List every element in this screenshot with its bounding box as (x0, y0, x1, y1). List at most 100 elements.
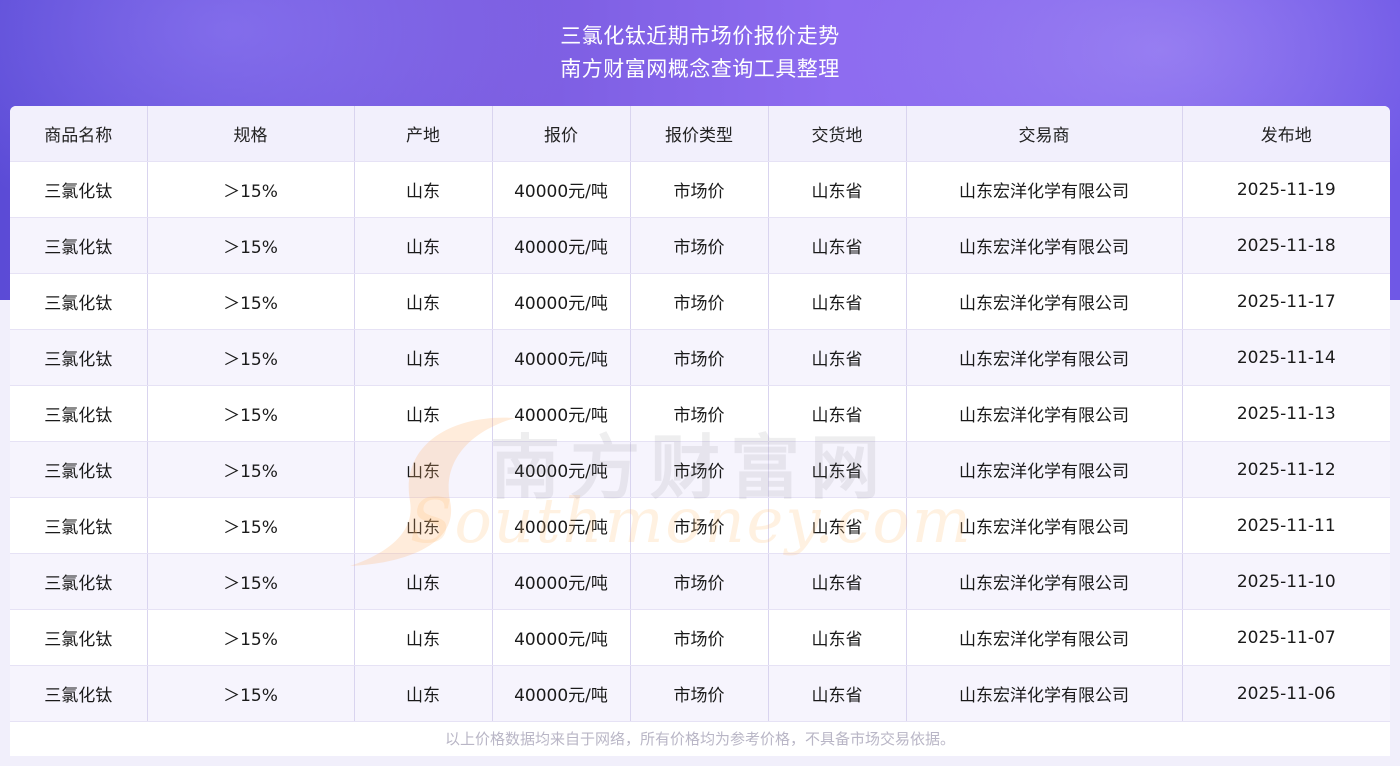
cell-price-type: 市场价 (630, 273, 769, 330)
cell-publish-date: 2025-11-17 (1182, 273, 1390, 330)
cell-origin: 山东 (354, 161, 493, 218)
table-row: 三氯化钛 ＞15% 山东 40000元/吨 市场价 山东省 山东宏洋化学有限公司 2025-1… (10, 497, 1390, 554)
column-header-origin: 产地 (354, 106, 493, 162)
cell-spec: ＞15% (147, 665, 355, 722)
cell-product-name: 三氯化钛 (10, 161, 148, 218)
cell-product-name: 三氯化钛 (10, 217, 148, 274)
cell-price: 40000元/吨 (492, 609, 631, 666)
column-header-publish-date: 发布地 (1182, 106, 1390, 162)
cell-trader: 山东宏洋化学有限公司 (906, 329, 1183, 386)
table-row: 三氯化钛 ＞15% 山东 40000元/吨 市场价 山东省 山东宏洋化学有限公司 2025-1… (10, 273, 1390, 330)
table-row: 三氯化钛 ＞15% 山东 40000元/吨 市场价 山东省 山东宏洋化学有限公司 2025-1… (10, 553, 1390, 610)
cell-publish-date: 2025-11-11 (1182, 497, 1390, 554)
table-header: 商品名称 规格 产地 报价 报价类型 交货地 交易商 发布地 (10, 106, 1390, 162)
cell-trader: 山东宏洋化学有限公司 (906, 161, 1183, 218)
cell-spec: ＞15% (147, 385, 355, 442)
cell-price: 40000元/吨 (492, 161, 631, 218)
cell-price-type: 市场价 (630, 385, 769, 442)
column-header-spec: 规格 (147, 106, 355, 162)
cell-publish-date: 2025-11-14 (1182, 329, 1390, 386)
cell-price: 40000元/吨 (492, 553, 631, 610)
page-title-line-1: 三氯化钛近期市场价报价走势 (560, 24, 840, 48)
cell-product-name: 三氯化钛 (10, 329, 148, 386)
table-row: 三氯化钛 ＞15% 山东 40000元/吨 市场价 山东省 山东宏洋化学有限公司 2025-1… (10, 665, 1390, 722)
table-row: 三氯化钛 ＞15% 山东 40000元/吨 市场价 山东省 山东宏洋化学有限公司 2025-1… (10, 609, 1390, 666)
cell-delivery-place: 山东省 (768, 217, 907, 274)
cell-publish-date: 2025-11-19 (1182, 161, 1390, 218)
cell-price-type: 市场价 (630, 665, 769, 722)
cell-origin: 山东 (354, 385, 493, 442)
cell-price-type: 市场价 (630, 609, 769, 666)
cell-publish-date: 2025-11-18 (1182, 217, 1390, 274)
price-table-card: 商品名称 规格 产地 报价 报价类型 交货地 交易商 发布地 三氯化钛 ＞15% 山… (10, 106, 1390, 756)
cell-delivery-place: 山东省 (768, 553, 907, 610)
cell-trader: 山东宏洋化学有限公司 (906, 385, 1183, 442)
table-row: 三氯化钛 ＞15% 山东 40000元/吨 市场价 山东省 山东宏洋化学有限公司 2025-1… (10, 217, 1390, 274)
table-header-row: 商品名称 规格 产地 报价 报价类型 交货地 交易商 发布地 (10, 106, 1390, 162)
cell-price-type: 市场价 (630, 441, 769, 498)
cell-publish-date: 2025-11-12 (1182, 441, 1390, 498)
cell-spec: ＞15% (147, 273, 355, 330)
cell-product-name: 三氯化钛 (10, 553, 148, 610)
column-header-delivery-place: 交货地 (768, 106, 907, 162)
cell-price: 40000元/吨 (492, 329, 631, 386)
cell-price-type: 市场价 (630, 161, 769, 218)
cell-publish-date: 2025-11-13 (1182, 385, 1390, 442)
column-header-product-name: 商品名称 (10, 106, 148, 162)
cell-trader: 山东宏洋化学有限公司 (906, 441, 1183, 498)
table-row: 三氯化钛 ＞15% 山东 40000元/吨 市场价 山东省 山东宏洋化学有限公司 2025-1… (10, 329, 1390, 386)
cell-publish-date: 2025-11-06 (1182, 665, 1390, 722)
cell-price: 40000元/吨 (492, 665, 631, 722)
cell-origin: 山东 (354, 273, 493, 330)
table-row: 三氯化钛 ＞15% 山东 40000元/吨 市场价 山东省 山东宏洋化学有限公司 2025-1… (10, 161, 1390, 218)
cell-product-name: 三氯化钛 (10, 665, 148, 722)
cell-delivery-place: 山东省 (768, 665, 907, 722)
cell-spec: ＞15% (147, 441, 355, 498)
disclaimer-footnote: 以上价格数据均来自于网络，所有价格均为参考价格，不具备市场交易依据。 (10, 723, 1390, 756)
cell-origin: 山东 (354, 329, 493, 386)
cell-publish-date: 2025-11-10 (1182, 553, 1390, 610)
cell-delivery-place: 山东省 (768, 441, 907, 498)
cell-delivery-place: 山东省 (768, 385, 907, 442)
cell-spec: ＞15% (147, 161, 355, 218)
cell-product-name: 三氯化钛 (10, 497, 148, 554)
cell-origin: 山东 (354, 553, 493, 610)
table-body: 三氯化钛 ＞15% 山东 40000元/吨 市场价 山东省 山东宏洋化学有限公司 2025-1… (10, 161, 1390, 722)
cell-product-name: 三氯化钛 (10, 441, 148, 498)
cell-spec: ＞15% (147, 329, 355, 386)
table-row: 三氯化钛 ＞15% 山东 40000元/吨 市场价 山东省 山东宏洋化学有限公司 2025-1… (10, 385, 1390, 442)
cell-price-type: 市场价 (630, 497, 769, 554)
cell-product-name: 三氯化钛 (10, 273, 148, 330)
table-row: 三氯化钛 ＞15% 山东 40000元/吨 市场价 山东省 山东宏洋化学有限公司 2025-1… (10, 441, 1390, 498)
cell-delivery-place: 山东省 (768, 329, 907, 386)
column-header-price: 报价 (492, 106, 631, 162)
cell-delivery-place: 山东省 (768, 497, 907, 554)
cell-spec: ＞15% (147, 497, 355, 554)
cell-trader: 山东宏洋化学有限公司 (906, 665, 1183, 722)
price-table: 商品名称 规格 产地 报价 报价类型 交货地 交易商 发布地 三氯化钛 ＞15% 山… (10, 106, 1390, 722)
cell-delivery-place: 山东省 (768, 273, 907, 330)
cell-price-type: 市场价 (630, 329, 769, 386)
cell-price-type: 市场价 (630, 553, 769, 610)
cell-origin: 山东 (354, 609, 493, 666)
cell-origin: 山东 (354, 665, 493, 722)
cell-trader: 山东宏洋化学有限公司 (906, 273, 1183, 330)
cell-product-name: 三氯化钛 (10, 385, 148, 442)
cell-spec: ＞15% (147, 553, 355, 610)
cell-price: 40000元/吨 (492, 385, 631, 442)
cell-delivery-place: 山东省 (768, 609, 907, 666)
cell-trader: 山东宏洋化学有限公司 (906, 217, 1183, 274)
cell-origin: 山东 (354, 497, 493, 554)
cell-spec: ＞15% (147, 217, 355, 274)
cell-price: 40000元/吨 (492, 217, 631, 274)
cell-price: 40000元/吨 (492, 273, 631, 330)
page-title-line-2: 南方财富网概念查询工具整理 (560, 57, 840, 81)
cell-trader: 山东宏洋化学有限公司 (906, 553, 1183, 610)
cell-delivery-place: 山东省 (768, 161, 907, 218)
cell-spec: ＞15% (147, 609, 355, 666)
cell-price: 40000元/吨 (492, 497, 631, 554)
cell-publish-date: 2025-11-07 (1182, 609, 1390, 666)
cell-origin: 山东 (354, 217, 493, 274)
column-header-trader: 交易商 (906, 106, 1183, 162)
cell-price: 40000元/吨 (492, 441, 631, 498)
